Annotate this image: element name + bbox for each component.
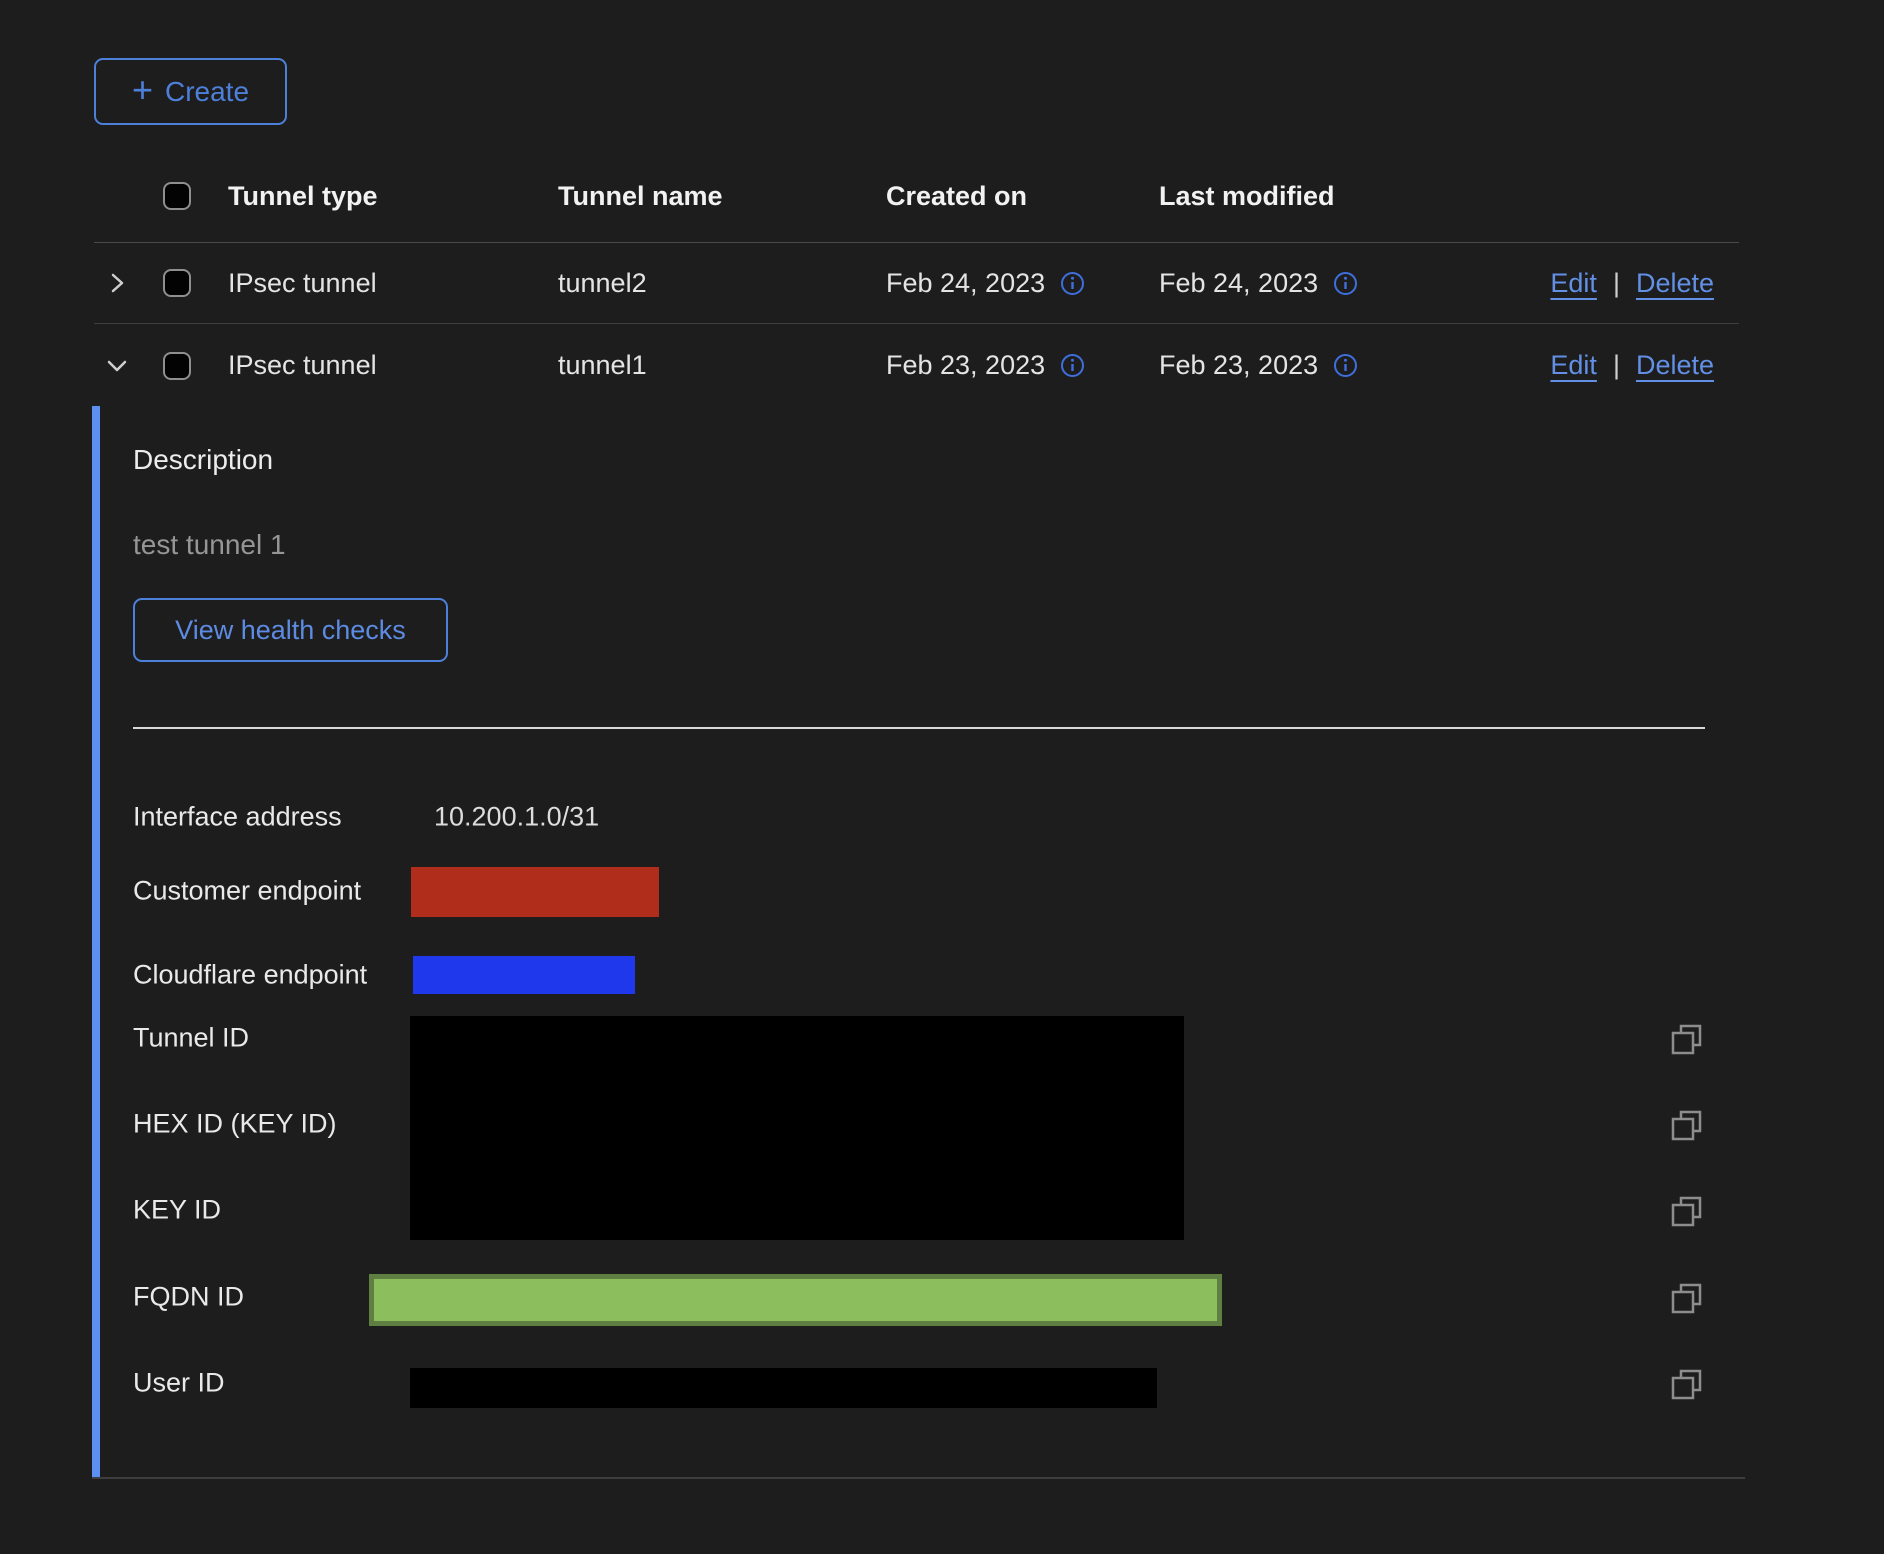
tunnel-id-label: Tunnel ID [133, 1023, 249, 1054]
tunnel-type-cell: IPsec tunnel [228, 350, 558, 381]
column-header-tunnel-type: Tunnel type [228, 181, 558, 212]
copy-user-id-button[interactable] [1670, 1366, 1706, 1402]
divider [133, 727, 1705, 729]
create-button[interactable]: + Create [94, 58, 287, 125]
created-on-cell: Feb 23, 2023 [886, 350, 1045, 381]
created-on-cell: Feb 24, 2023 [886, 268, 1045, 299]
row-checkbox[interactable] [163, 269, 191, 297]
edit-link[interactable]: Edit [1550, 268, 1597, 299]
ids-redacted-value [410, 1016, 1184, 1240]
create-button-label: Create [165, 76, 249, 108]
customer-endpoint-label: Customer endpoint [133, 876, 361, 907]
interface-address-value: 10.200.1.0/31 [434, 802, 599, 833]
info-icon[interactable] [1060, 271, 1085, 296]
key-id-label: KEY ID [133, 1195, 221, 1226]
copy-tunnel-id-button[interactable] [1670, 1021, 1706, 1057]
column-header-created-on: Created on [886, 181, 1159, 212]
fqdn-id-redacted-value [369, 1274, 1222, 1326]
delete-link[interactable]: Delete [1636, 350, 1714, 381]
fqdn-id-label: FQDN ID [133, 1282, 244, 1313]
view-health-checks-button[interactable]: View health checks [133, 598, 448, 662]
table-row: IPsec tunnel tunnel1 Feb 23, 2023 Feb 23… [94, 324, 1739, 407]
copy-key-id-button[interactable] [1670, 1193, 1706, 1229]
copy-fqdn-id-button[interactable] [1670, 1280, 1706, 1316]
last-modified-cell: Feb 24, 2023 [1159, 268, 1318, 299]
table-header-row: Tunnel type Tunnel name Created on Last … [94, 150, 1739, 243]
plus-icon: + [132, 72, 153, 108]
description-label: Description [133, 444, 273, 476]
copy-hex-id-button[interactable] [1670, 1107, 1706, 1143]
chevron-right-icon[interactable] [104, 270, 130, 296]
tunnel-name-cell: tunnel1 [558, 350, 886, 381]
user-id-redacted-value [410, 1368, 1157, 1408]
user-id-label: User ID [133, 1368, 225, 1399]
select-all-checkbox[interactable] [163, 182, 191, 210]
link-separator: | [1613, 350, 1620, 381]
edit-link[interactable]: Edit [1550, 350, 1597, 381]
description-value: test tunnel 1 [133, 529, 286, 561]
info-icon[interactable] [1333, 353, 1358, 378]
hex-id-label: HEX ID (KEY ID) [133, 1109, 337, 1140]
delete-link[interactable]: Delete [1636, 268, 1714, 299]
cloudflare-endpoint-redacted-value [413, 956, 635, 994]
divider [92, 1477, 1745, 1479]
cloudflare-endpoint-label: Cloudflare endpoint [133, 960, 367, 991]
tunnel-name-cell: tunnel2 [558, 268, 886, 299]
tunnels-table: Tunnel type Tunnel name Created on Last … [94, 150, 1739, 407]
tunnel-detail-panel: Description test tunnel 1 View health ch… [92, 406, 1753, 1477]
row-checkbox[interactable] [163, 352, 191, 380]
interface-address-label: Interface address [133, 802, 342, 833]
info-icon[interactable] [1060, 353, 1085, 378]
column-header-tunnel-name: Tunnel name [558, 181, 886, 212]
customer-endpoint-redacted-value [411, 867, 659, 917]
tunnel-type-cell: IPsec tunnel [228, 268, 558, 299]
last-modified-cell: Feb 23, 2023 [1159, 350, 1318, 381]
table-row: IPsec tunnel tunnel2 Feb 24, 2023 Feb 24… [94, 243, 1739, 324]
link-separator: | [1613, 268, 1620, 299]
column-header-last-modified: Last modified [1159, 181, 1714, 212]
chevron-down-icon[interactable] [104, 353, 130, 379]
info-icon[interactable] [1333, 271, 1358, 296]
